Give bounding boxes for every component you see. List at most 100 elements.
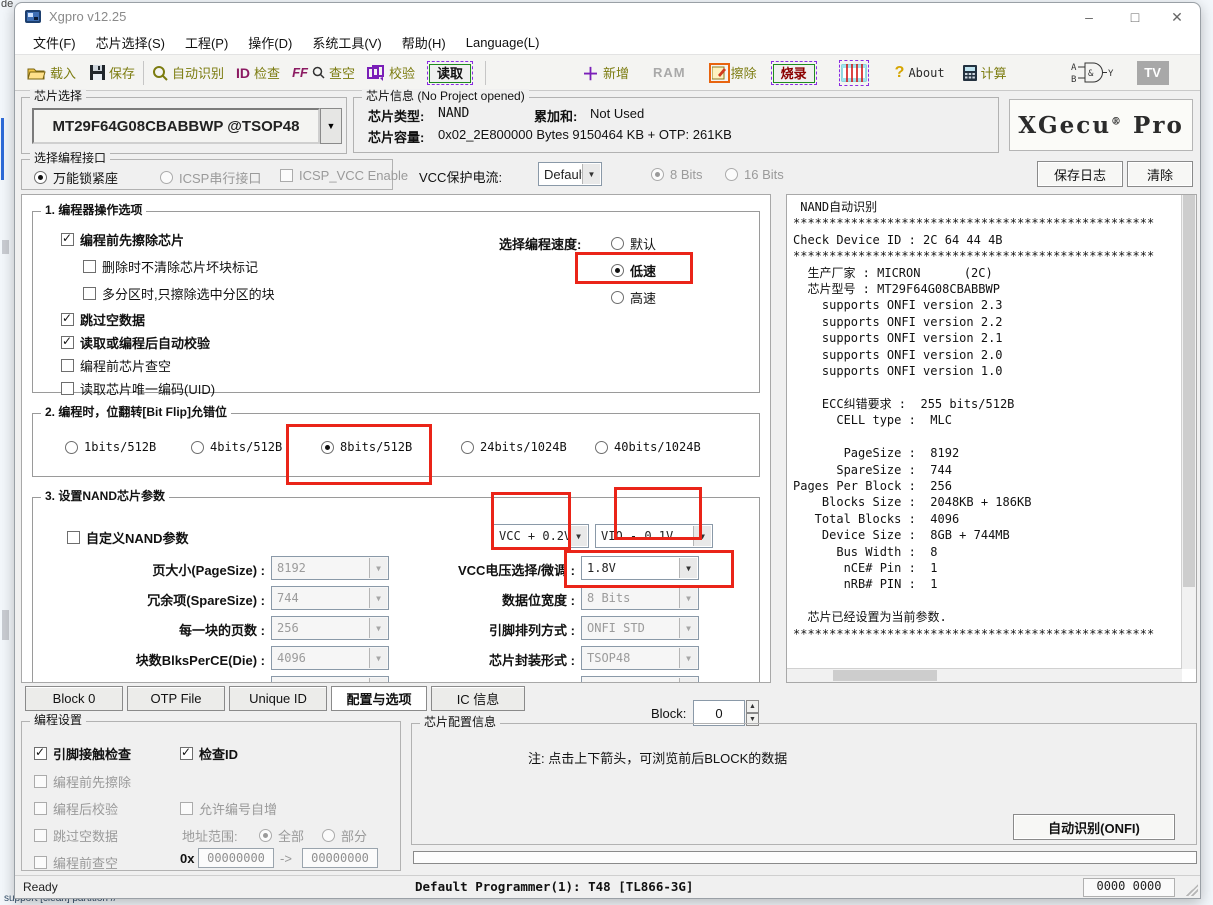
chip-config-group: 芯片配置信息 注: 点击上下箭头，可浏览前后BLOCK的数据 自动识别(ONFI… xyxy=(411,723,1197,845)
about-button[interactable]: ? About xyxy=(895,64,945,82)
opt-pin-contact-check[interactable]: 引脚接触检查 xyxy=(34,744,131,763)
verify-button[interactable]: 校验 xyxy=(367,63,415,82)
chip-select-dropdown-button[interactable]: ▼ xyxy=(320,108,342,144)
scrollbar-thumb[interactable] xyxy=(833,670,937,681)
save-log-button[interactable]: 保存日志 xyxy=(1037,161,1123,187)
auto-identify-onfi-button[interactable]: 自动识别(ONFI) xyxy=(1013,814,1175,840)
vcc-protect-select[interactable]: Default▼ xyxy=(538,162,602,186)
save-button[interactable]: 保存 xyxy=(90,63,135,82)
radio-1bits[interactable]: 1bits/512B xyxy=(65,440,156,454)
load-button[interactable]: 载入 xyxy=(27,63,76,82)
chip-program-icon[interactable] xyxy=(839,60,869,86)
opt-keep-badblock-marks[interactable]: 删除时不清除芯片坏块标记 xyxy=(83,257,258,276)
svg-text:A: A xyxy=(1071,63,1077,73)
radio-40bits[interactable]: 40bits/1024B xyxy=(595,440,701,454)
opt-custom-nand[interactable]: 自定义NAND参数 xyxy=(67,528,189,547)
tv-output-button[interactable]: TV xyxy=(1137,61,1169,85)
resize-grip[interactable] xyxy=(1186,884,1198,896)
radio-4bits[interactable]: 4bits/512B xyxy=(191,440,282,454)
tab-block0[interactable]: Block 0 xyxy=(25,686,123,711)
opt-erase-before-program[interactable]: 编程前先擦除芯片 xyxy=(61,230,184,249)
chevron-down-icon: ▼ xyxy=(679,618,697,638)
open-folder-icon xyxy=(27,66,46,80)
tab-ic-info[interactable]: IC 信息 xyxy=(431,686,525,711)
menu-operation[interactable]: 操作(D) xyxy=(238,31,302,54)
program-settings-title: 编程设置 xyxy=(30,713,86,727)
chip-select-display[interactable]: MT29F64G08CBABBWP @TSOP48 xyxy=(32,108,320,144)
log-vertical-scrollbar[interactable] xyxy=(1181,195,1196,669)
scrollbar-thumb[interactable] xyxy=(1183,195,1195,587)
menu-system-tools[interactable]: 系统工具(V) xyxy=(302,31,391,54)
opt-blank-check-before[interactable]: 编程前芯片查空 xyxy=(61,356,171,375)
log-horizontal-scrollbar[interactable] xyxy=(787,668,1182,682)
blank-check-button[interactable]: FF 查空 xyxy=(292,63,355,82)
radio-speed-low[interactable]: 低速 xyxy=(611,261,656,280)
checkbox-icon xyxy=(280,169,293,182)
toolbar-separator xyxy=(485,61,486,85)
log-text: NAND自动识别 *******************************… xyxy=(793,199,1180,666)
radio-24bits[interactable]: 24bits/1024B xyxy=(461,440,567,454)
chip-type-label: 芯片类型: xyxy=(368,106,424,125)
opt-check-id[interactable]: 检查ID xyxy=(180,744,238,763)
menu-project[interactable]: 工程(P) xyxy=(175,31,238,54)
vcc-voltage-select[interactable]: 1.8V▼ xyxy=(581,556,699,580)
chevron-down-icon: ▼ xyxy=(679,678,697,683)
read-button[interactable]: 读取 xyxy=(427,61,473,85)
tab-otp-file[interactable]: OTP File xyxy=(127,686,225,711)
radio-icon xyxy=(259,829,272,842)
radio-icon xyxy=(611,237,624,250)
opt-erase-selected-partition[interactable]: 多分区时,只擦除选中分区的块 xyxy=(83,284,275,303)
background-fragment-topleft: de xyxy=(1,0,13,10)
package-select: TSOP48▼ xyxy=(581,646,699,670)
logic-gate-icon[interactable]: AB&Y xyxy=(1071,61,1115,85)
clear-log-button[interactable]: 清除 xyxy=(1127,161,1193,187)
erase-button[interactable]: 擦除 xyxy=(712,63,757,82)
opt-auto-increment-disabled: 允许编号自增 xyxy=(180,799,277,818)
checkbox-icon xyxy=(61,382,74,395)
vcc-trim-select[interactable]: VCC + 0.2V▼ xyxy=(493,524,589,548)
status-ready: Ready xyxy=(23,880,58,894)
menu-file[interactable]: 文件(F) xyxy=(23,31,86,54)
tab-config-options[interactable]: 配置与选项 xyxy=(331,686,427,711)
auto-detect-button[interactable]: 自动识别 xyxy=(152,63,224,82)
add-new-button[interactable]: ＋ 新增 xyxy=(582,60,629,85)
checksum-label: 累加和: xyxy=(534,106,577,125)
toolbar: 载入 保存 自动识别 ID 检查 FF 查空 校验 读取 ＋ 新 xyxy=(15,55,1200,91)
menu-help[interactable]: 帮助(H) xyxy=(392,31,456,54)
check-id-button[interactable]: ID 检查 xyxy=(236,63,280,82)
section3-title: 3. 设置NAND芯片参数 xyxy=(41,489,169,503)
clipped-select: ▼ xyxy=(271,676,389,683)
menu-bar: 文件(F) 芯片选择(S) 工程(P) 操作(D) 系统工具(V) 帮助(H) … xyxy=(15,31,1200,55)
opt-skip-blank[interactable]: 跳过空数据 xyxy=(61,310,145,329)
address-range-label: 地址范围: xyxy=(182,826,238,845)
radio-icon xyxy=(651,168,664,181)
burn-button[interactable]: 烧录 xyxy=(771,61,817,85)
opt-read-uid[interactable]: 读取芯片唯一编码(UID) xyxy=(61,379,215,398)
background-window-edge xyxy=(1,118,4,180)
radio-icon xyxy=(160,171,173,184)
plus-icon: ＋ xyxy=(582,60,599,85)
eraser-icon xyxy=(712,66,727,80)
opt-auto-verify[interactable]: 读取或编程后自动校验 xyxy=(61,333,210,352)
close-button[interactable]: ✕ xyxy=(1162,6,1192,28)
radio-speed-default[interactable]: 默认 xyxy=(611,234,656,253)
radio-8bits-flip[interactable]: 8bits/512B xyxy=(321,440,412,454)
menu-chip-select[interactable]: 芯片选择(S) xyxy=(86,31,175,54)
progress-bar xyxy=(413,851,1197,864)
interface-group: 选择编程接口 万能锁紧座 ICSP串行接口 ICSP_VCC Enable xyxy=(21,159,393,190)
opt-erase-first-disabled: 编程前先擦除 xyxy=(34,772,131,791)
xgpro-window: Xgpro v12.25 – □ ✕ 文件(F) 芯片选择(S) 工程(P) 操… xyxy=(14,2,1201,899)
vio-trim-select[interactable]: VIO - 0.1V▼ xyxy=(595,524,713,548)
block-spin-up[interactable]: ▲ xyxy=(746,700,759,713)
tab-unique-id[interactable]: Unique ID xyxy=(229,686,327,711)
svg-text:&: & xyxy=(1088,69,1094,79)
radio-universal-socket[interactable]: 万能锁紧座 xyxy=(34,168,118,187)
block-browse-note: 注: 点击上下箭头，可浏览前后BLOCK的数据 xyxy=(528,748,787,767)
xgecu-logo: XGecu® Pro xyxy=(1009,99,1193,151)
minimize-button[interactable]: – xyxy=(1074,6,1104,28)
calculator-button[interactable]: 计算 xyxy=(963,63,1007,82)
radio-speed-high[interactable]: 高速 xyxy=(611,288,656,307)
maximize-button[interactable]: □ xyxy=(1120,6,1150,28)
capacity-value: 0x02_2E800000 Bytes 9150464 KB + OTP: 26… xyxy=(438,127,732,142)
menu-language[interactable]: Language(L) xyxy=(456,33,550,52)
